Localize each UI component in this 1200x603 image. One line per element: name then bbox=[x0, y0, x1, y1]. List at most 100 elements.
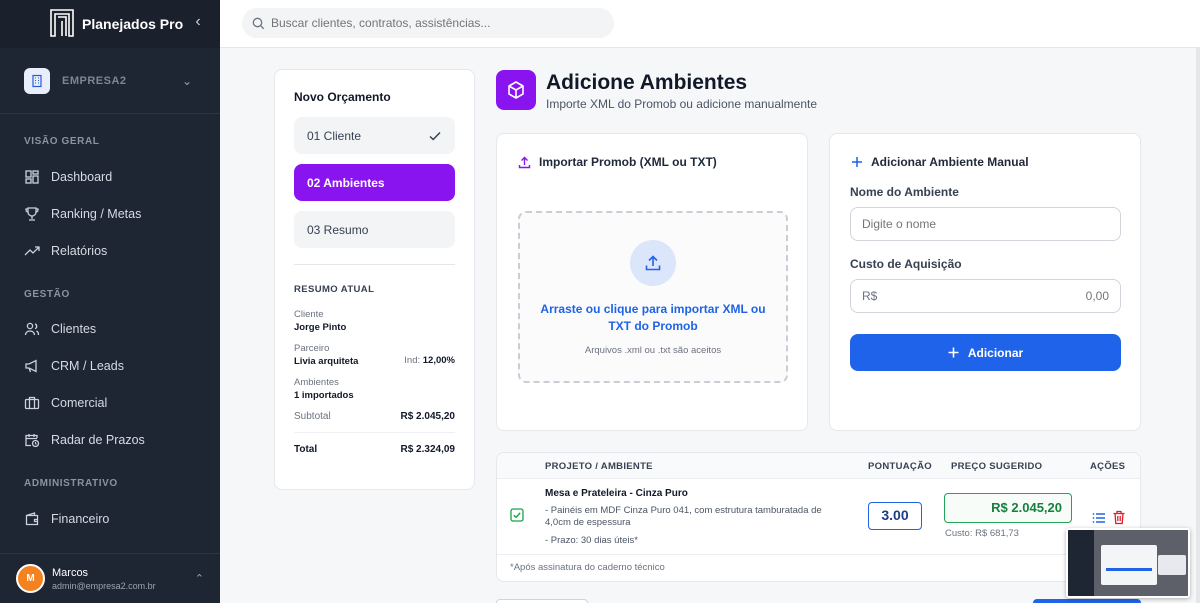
list-icon[interactable] bbox=[1092, 511, 1106, 525]
sidebar-item-label: Dashboard bbox=[51, 169, 113, 184]
company-name: EMPRESA2 bbox=[62, 74, 127, 87]
step-label: 03 Resumo bbox=[307, 222, 369, 237]
manual-card: Adicionar Ambiente Manual Nome do Ambien… bbox=[829, 133, 1141, 431]
row-description: - Painéis em MDF Cinza Puro 041, com est… bbox=[545, 505, 822, 528]
sidebar-item-comercial[interactable]: Comercial bbox=[0, 384, 220, 421]
cost-field[interactable]: R$ bbox=[850, 279, 1121, 313]
search-input[interactable] bbox=[271, 16, 591, 30]
nav-section-title: VISÃO GERAL bbox=[24, 136, 100, 147]
check-icon bbox=[429, 131, 441, 141]
score-input[interactable]: 3.00 bbox=[868, 502, 922, 530]
step-ambientes[interactable]: 02 Ambientes bbox=[294, 164, 455, 201]
name-field[interactable] bbox=[850, 207, 1121, 241]
summary-ambientes: Ambientes 1 importados bbox=[294, 377, 455, 401]
chevron-up-icon: ⌃ bbox=[194, 573, 204, 585]
ambientes-table: PROJETO / AMBIENTE PONTUAÇÃO PREÇO SUGER… bbox=[496, 452, 1141, 582]
step-resumo[interactable]: 03 Resumo bbox=[294, 211, 455, 248]
sidebar-item-financeiro[interactable]: Financeiro bbox=[0, 500, 220, 537]
sidebar-item-dashboard[interactable]: Dashboard bbox=[0, 158, 220, 195]
user-info: Marcos admin@empresa2.com.br bbox=[52, 567, 195, 591]
topbar bbox=[220, 0, 1200, 48]
summary-label: Ambientes bbox=[294, 377, 339, 388]
add-button-label: Adicionar bbox=[967, 345, 1024, 360]
thumbnail-panel bbox=[1158, 555, 1186, 575]
trash-icon[interactable] bbox=[1112, 510, 1126, 525]
steps-title: Novo Orçamento bbox=[294, 90, 391, 104]
plus-icon bbox=[948, 347, 959, 358]
price-input[interactable]: R$ 2.045,20 bbox=[944, 493, 1072, 523]
logo-icon bbox=[50, 9, 74, 37]
upload-icon bbox=[630, 240, 676, 286]
thumbnail-bar bbox=[1106, 568, 1152, 571]
user-name: Marcos bbox=[52, 566, 89, 579]
row-prazo: - Prazo: 30 dias úteis* bbox=[545, 535, 638, 546]
checkbox-checked-icon[interactable] bbox=[510, 508, 524, 522]
subtotal-row: Subtotal R$ 2.045,20 bbox=[294, 411, 455, 422]
step-cliente[interactable]: 01 Cliente bbox=[294, 117, 455, 154]
summary-client: Cliente Jorge Pinto bbox=[294, 309, 455, 333]
nav-section-title: ADMINISTRATIVO bbox=[24, 478, 118, 489]
sidebar-item-ranking[interactable]: Ranking / Metas bbox=[0, 195, 220, 232]
subtotal-label: Subtotal bbox=[294, 411, 331, 422]
summary-value: Jorge Pinto bbox=[294, 322, 347, 333]
user-email: admin@empresa2.com.br bbox=[52, 580, 156, 591]
briefcase-icon bbox=[24, 396, 40, 409]
sidebar-item-label: CRM / Leads bbox=[51, 358, 124, 373]
row-cost: Custo: R$ 681,73 bbox=[945, 528, 1019, 539]
add-button[interactable]: Adicionar bbox=[850, 334, 1121, 371]
sidebar-item-label: Financeiro bbox=[51, 511, 110, 526]
company-switcher[interactable]: EMPRESA2 ⌄ bbox=[0, 48, 220, 114]
sidebar-item-relatorios[interactable]: Relatórios bbox=[0, 232, 220, 269]
cost-input[interactable] bbox=[885, 289, 1109, 303]
next-button[interactable] bbox=[1033, 599, 1141, 603]
screenshot-thumbnail[interactable] bbox=[1066, 528, 1190, 598]
col-price: PREÇO SUGERIDO bbox=[951, 461, 1043, 472]
scrollbar[interactable] bbox=[1196, 48, 1200, 603]
table-row: Mesa e Prateleira - Cinza Puro - Painéis… bbox=[497, 479, 1140, 555]
chevron-down-icon: ⌄ bbox=[182, 73, 193, 88]
app-name: Planejados Pro bbox=[82, 16, 184, 32]
sidebar-item-radar[interactable]: Radar de Prazos bbox=[0, 421, 220, 458]
brand: Planejados Pro ‹ bbox=[0, 0, 220, 48]
sidebar-item-label: Relatórios bbox=[51, 243, 108, 258]
plus-icon bbox=[852, 157, 862, 167]
sidebar-item-crm[interactable]: CRM / Leads bbox=[0, 347, 220, 384]
summary-label: Cliente bbox=[294, 309, 324, 320]
sidebar-item-clientes[interactable]: Clientes bbox=[0, 310, 220, 347]
collapse-sidebar-icon[interactable]: ‹ bbox=[190, 14, 206, 30]
calendar-clock-icon bbox=[25, 433, 40, 447]
step-label: 02 Ambientes bbox=[307, 175, 385, 190]
name-input[interactable] bbox=[862, 217, 1109, 231]
search-icon bbox=[252, 17, 265, 29]
import-card: Importar Promob (XML ou TXT) Arraste ou … bbox=[496, 133, 808, 431]
table-header: PROJETO / AMBIENTE PONTUAÇÃO PREÇO SUGER… bbox=[497, 453, 1140, 479]
user-menu[interactable]: M Marcos admin@empresa2.com.br ⌃ bbox=[0, 553, 220, 603]
avatar: M bbox=[16, 564, 45, 593]
upload-icon bbox=[518, 156, 531, 168]
summary-title: RESUMO ATUAL bbox=[294, 284, 375, 295]
footnote: *Após assinatura do caderno técnico bbox=[510, 562, 665, 573]
total-label: Total bbox=[294, 444, 318, 455]
total-value: R$ 2.324,09 bbox=[400, 444, 456, 455]
col-project: PROJETO / AMBIENTE bbox=[545, 461, 653, 472]
megaphone-icon bbox=[25, 358, 37, 373]
summary-value: 1 importados bbox=[294, 390, 354, 401]
sidebar-item-label: Comercial bbox=[51, 395, 108, 410]
cost-label: Custo de Aquisição bbox=[850, 257, 962, 271]
users-icon bbox=[24, 322, 40, 335]
summary-label: Parceiro bbox=[294, 343, 330, 354]
trend-icon bbox=[24, 245, 40, 255]
building-icon bbox=[24, 67, 50, 94]
trophy-icon bbox=[25, 206, 39, 221]
steps-card: Novo Orçamento 01 Cliente 02 Ambientes 0… bbox=[274, 69, 475, 490]
wallet-icon bbox=[25, 511, 39, 525]
cube-icon bbox=[496, 70, 536, 110]
sidebar: Planejados Pro ‹ EMPRESA2 ⌄ VISÃO GERAL … bbox=[0, 0, 220, 603]
import-title: Importar Promob (XML ou TXT) bbox=[539, 155, 717, 169]
xml-dropzone[interactable]: Arraste ou clique para importar XML ou T… bbox=[518, 211, 788, 383]
dropzone-text: Arraste ou clique para importar XML ou T… bbox=[540, 302, 766, 333]
back-button[interactable] bbox=[496, 599, 588, 603]
search-box[interactable] bbox=[242, 8, 614, 38]
step-label: 01 Cliente bbox=[307, 128, 362, 143]
col-score: PONTUAÇÃO bbox=[868, 461, 932, 472]
